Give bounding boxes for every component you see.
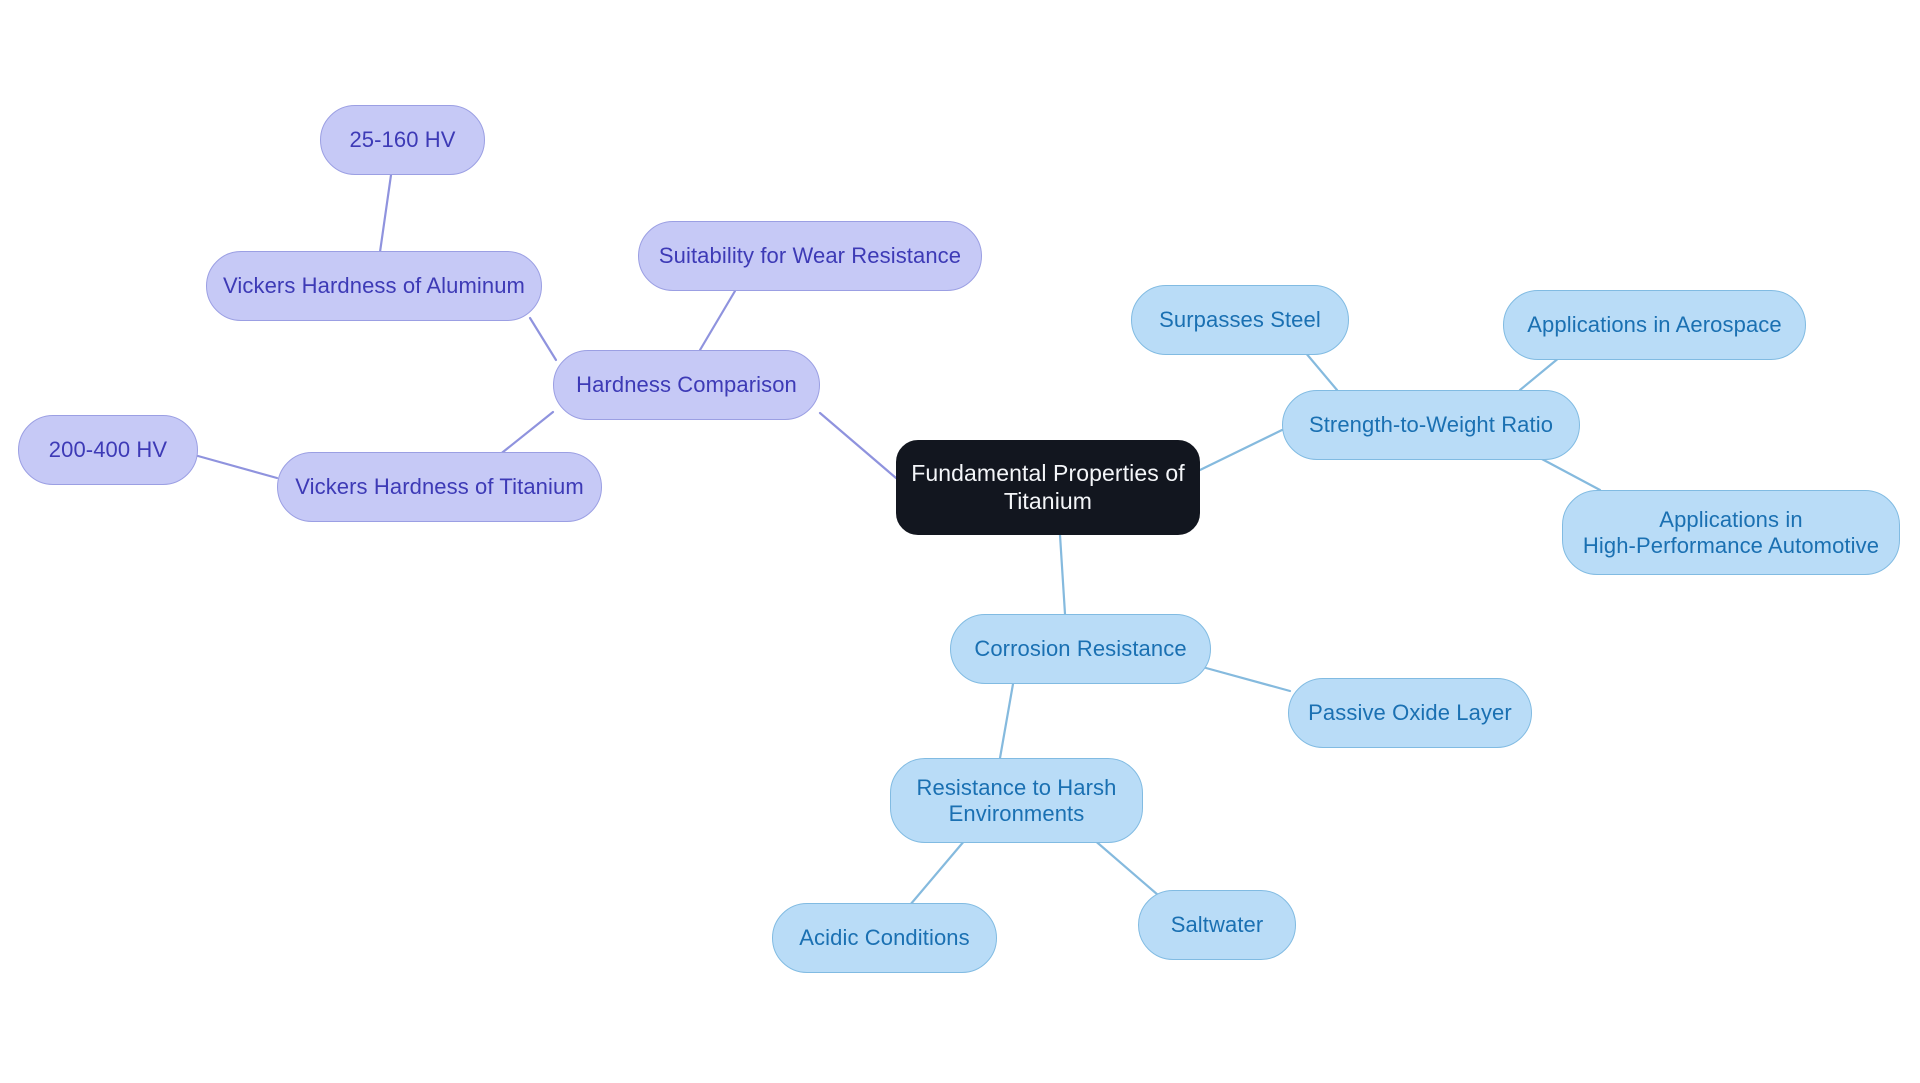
mindmap-node-acidic-conditions[interactable]: Acidic Conditions [772, 903, 997, 973]
mindmap-node-saltwater[interactable]: Saltwater [1138, 890, 1296, 960]
node-label: 25-160 HV [349, 127, 456, 153]
edge-corrosion_resistance-to-passive_oxide [1204, 666, 1292, 693]
mindmap-node-automotive[interactable]: Applications in High-Performance Automot… [1562, 490, 1900, 575]
mindmap-node-strength-weight[interactable]: Strength-to-Weight Ratio [1282, 390, 1580, 460]
edge-vickers_titanium-to-hv_200_400 [196, 454, 279, 480]
mindmap-node-passive-oxide[interactable]: Passive Oxide Layer [1288, 678, 1532, 748]
edge-hardness_comparison-to-wear_resistance [698, 289, 737, 352]
node-label: Vickers Hardness of Titanium [295, 474, 584, 500]
edge-hardness_comparison-to-vickers_titanium [496, 410, 555, 458]
edge-strength_weight-to-aerospace [1518, 355, 1562, 392]
node-label: Applications in High-Performance Automot… [1582, 506, 1880, 558]
node-label: Suitability for Wear Resistance [658, 243, 962, 269]
mindmap-node-harsh-environments[interactable]: Resistance to Harsh Environments [890, 758, 1143, 843]
node-label: Surpasses Steel [1159, 307, 1321, 333]
mindmap-node-wear-resistance[interactable]: Suitability for Wear Resistance [638, 221, 982, 291]
mindmap-node-corrosion-resistance[interactable]: Corrosion Resistance [950, 614, 1211, 684]
edge-harsh_environments-to-saltwater [1090, 836, 1160, 897]
node-label: Hardness Comparison [576, 372, 797, 398]
node-label: Vickers Hardness of Aluminum [223, 273, 525, 299]
edge-vickers_aluminum-to-hv_25_160 [378, 173, 393, 254]
node-label: 200-400 HV [48, 437, 168, 463]
edge-root-to-corrosion_resistance [1058, 533, 1067, 616]
mindmap-node-surpasses-steel[interactable]: Surpasses Steel [1131, 285, 1349, 355]
node-label: Fundamental Properties of Titanium [911, 460, 1185, 514]
edge-strength_weight-to-automotive [1538, 456, 1602, 492]
mindmap-node-aerospace[interactable]: Applications in Aerospace [1503, 290, 1806, 360]
mindmap-canvas: Fundamental Properties of Titanium Hardne… [0, 0, 1920, 1083]
edge-hardness_comparison-to-vickers_aluminum [528, 316, 558, 362]
node-label: Applications in Aerospace [1527, 312, 1782, 338]
node-label: Corrosion Resistance [974, 636, 1187, 662]
node-label: Saltwater [1170, 912, 1264, 938]
edge-harsh_environments-to-acidic_conditions [908, 838, 967, 907]
node-label: Resistance to Harsh Environments [916, 774, 1117, 826]
mindmap-node-vickers-titanium[interactable]: Vickers Hardness of Titanium [277, 452, 602, 522]
edge-root-to-strength_weight [1198, 428, 1284, 472]
node-label: Passive Oxide Layer [1308, 700, 1512, 726]
edge-root-to-hardness_comparison [818, 411, 898, 480]
mindmap-node-vickers-aluminum[interactable]: Vickers Hardness of Aluminum [206, 251, 542, 321]
edge-corrosion_resistance-to-harsh_environments [998, 682, 1015, 760]
mindmap-node-hv-25-160[interactable]: 25-160 HV [320, 105, 485, 175]
mindmap-node-root[interactable]: Fundamental Properties of Titanium [896, 440, 1200, 535]
edge-strength_weight-to-surpasses_steel [1303, 350, 1339, 392]
mindmap-node-hardness-comparison[interactable]: Hardness Comparison [553, 350, 820, 420]
mindmap-node-hv-200-400[interactable]: 200-400 HV [18, 415, 198, 485]
node-label: Acidic Conditions [799, 925, 970, 951]
node-label: Strength-to-Weight Ratio [1308, 412, 1554, 438]
